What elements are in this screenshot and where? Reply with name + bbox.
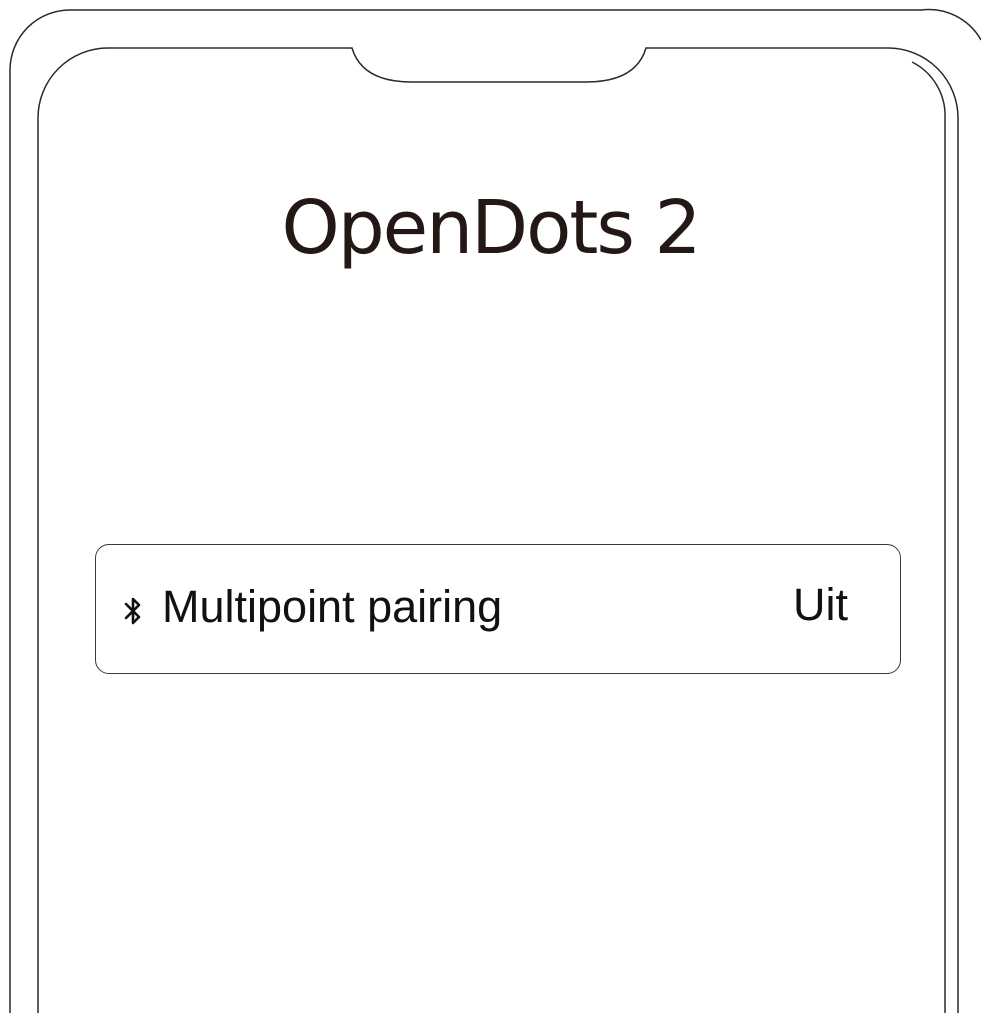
- phone-outline: [9, 8, 981, 1013]
- multipoint-pairing-label: Multipoint pairing: [162, 581, 503, 632]
- device-title: OpenDots 2: [281, 185, 701, 271]
- multipoint-pairing-row[interactable]: Multipoint pairing Uit: [95, 544, 901, 674]
- phone-frame: [0, 0, 981, 1013]
- multipoint-pairing-value: Uit: [793, 579, 848, 630]
